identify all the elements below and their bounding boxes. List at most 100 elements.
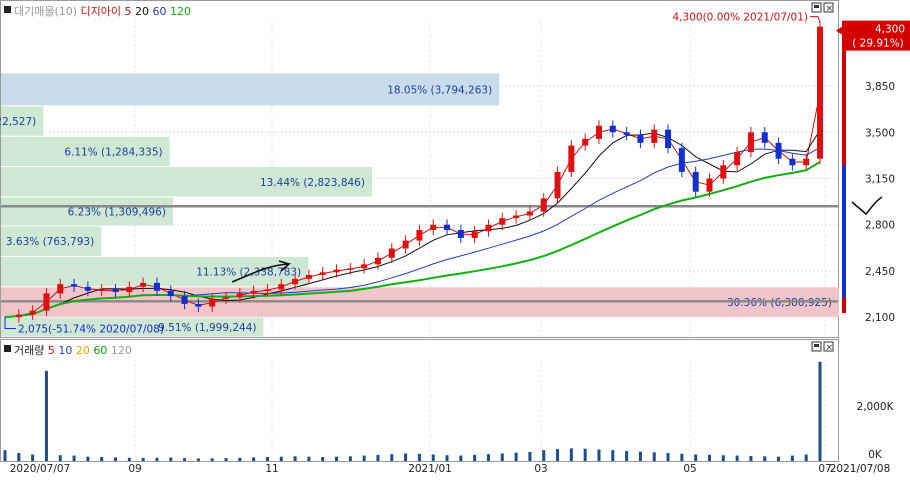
legend-entry[interactable]: 60 <box>149 5 167 18</box>
chart-canvas: 18.05% (3,794,263) 1.53% (322,527) 6.11% (… <box>0 0 910 475</box>
volume-bar <box>72 455 76 461</box>
candle-body <box>651 129 658 143</box>
candle-body <box>499 218 506 225</box>
volume-bar <box>127 457 131 461</box>
candle-body <box>98 289 105 291</box>
supply-bar-label: 11.13% (2,338,783) <box>196 267 301 279</box>
legend-entry[interactable]: 5 <box>44 344 55 357</box>
candle-body <box>430 224 437 231</box>
close-icon: × <box>826 343 834 353</box>
volume-bar <box>155 457 159 461</box>
candle-body <box>388 248 395 258</box>
x-tick-label: 11 <box>265 463 278 475</box>
volume-bar <box>169 457 173 461</box>
volume-bar <box>652 452 656 461</box>
volume-bar <box>542 450 546 461</box>
candle-body <box>223 297 230 299</box>
candle-body <box>29 310 36 315</box>
supply-bar-label: 6.11% (1,284,335) <box>64 146 162 158</box>
candle-body <box>43 293 50 311</box>
legend-entry[interactable]: 10 <box>55 344 73 357</box>
candle-body <box>609 125 616 133</box>
volume-bar <box>100 457 104 461</box>
volume-bar <box>777 456 781 461</box>
candle-body <box>803 158 810 166</box>
legend-marker[interactable] <box>4 6 11 13</box>
legend-entry[interactable]: 120 <box>167 5 192 18</box>
supply-bar-label: 13.44% (2,823,846) <box>260 177 365 189</box>
candle-body <box>181 296 188 304</box>
candle-body <box>140 282 147 287</box>
volume-bar <box>417 453 421 461</box>
candle-body <box>84 286 91 291</box>
volume-bar <box>404 453 408 461</box>
y-tick-label: 2,100 <box>865 312 895 324</box>
volume-bar <box>183 458 187 461</box>
volume-bar <box>500 453 504 461</box>
legend-entry[interactable]: 거래량 <box>14 344 44 357</box>
supply-bar-label: 18.05% (3,794,263) <box>387 84 492 96</box>
x-tick-label: 2020/07/07 <box>10 463 71 475</box>
x-tick-label: 03 <box>534 463 547 475</box>
price-legend: 대기매물(10) 디지아이 5 20 60 120 <box>4 5 191 18</box>
volume-bar <box>569 448 573 461</box>
close-icon: × <box>826 4 834 14</box>
candle-body <box>485 224 492 232</box>
candle-body <box>513 215 520 219</box>
volume-bar <box>390 454 394 461</box>
volume-tick-label: 2,000K <box>857 401 895 413</box>
volume-bar <box>279 456 283 461</box>
volume-bar <box>818 361 822 461</box>
legend-entry[interactable]: 120 <box>107 344 132 357</box>
volume-bar <box>459 455 463 461</box>
volume-legend: 거래량 5 10 20 60 120 <box>4 344 132 357</box>
volume-bar <box>114 457 118 461</box>
volume-bar <box>210 458 214 461</box>
volume-bar <box>721 455 725 461</box>
legend-entry[interactable]: 대기매물(10) <box>14 5 77 18</box>
candle-body <box>153 282 160 291</box>
candle-body <box>623 132 630 135</box>
supply-bar-label: 3.63% (763,793) <box>6 236 94 248</box>
volume-bar <box>514 452 518 461</box>
supply-bar-label: 30.36% (6,380,925) <box>727 297 832 309</box>
volume-bar <box>583 448 587 461</box>
candle-body <box>126 286 133 293</box>
volume-bar <box>666 453 670 461</box>
volume-bar <box>86 456 90 461</box>
legend-entry[interactable]: 5 <box>121 5 132 18</box>
candle-body <box>305 274 312 279</box>
candle-body <box>761 132 768 143</box>
candle-body <box>195 303 202 307</box>
candle-body <box>333 269 340 273</box>
candle-body <box>57 284 64 294</box>
candle-body <box>402 240 409 249</box>
legend-marker[interactable] <box>4 345 11 352</box>
volume-bar <box>31 454 35 461</box>
y-tick-label: 2,800 <box>865 220 895 232</box>
candle-body <box>706 178 713 192</box>
volume-bar <box>321 457 325 461</box>
y-tick-label: 3,150 <box>865 174 895 186</box>
candle-body <box>292 278 299 285</box>
volume-panel-frame <box>0 339 839 462</box>
volume-bar <box>362 455 366 461</box>
candle-body <box>775 142 782 159</box>
legend-entry[interactable]: 디지아이 <box>77 5 121 18</box>
volume-bar <box>528 451 532 461</box>
candle-body <box>361 264 368 269</box>
legend-entry[interactable]: 20 <box>72 344 90 357</box>
volume-bar <box>763 456 767 461</box>
candle-body <box>71 284 78 287</box>
candle-body <box>595 125 602 139</box>
volume-bar <box>141 457 145 461</box>
drawn-check-annotation <box>851 196 883 216</box>
volume-bar <box>625 450 629 461</box>
legend-entry[interactable]: 20 <box>132 5 150 18</box>
candle-body <box>540 198 547 212</box>
candle-body <box>416 230 423 241</box>
volume-bar <box>611 450 615 461</box>
legend-entry[interactable]: 60 <box>90 344 108 357</box>
candle-body <box>167 290 174 297</box>
volume-bar <box>790 455 794 461</box>
